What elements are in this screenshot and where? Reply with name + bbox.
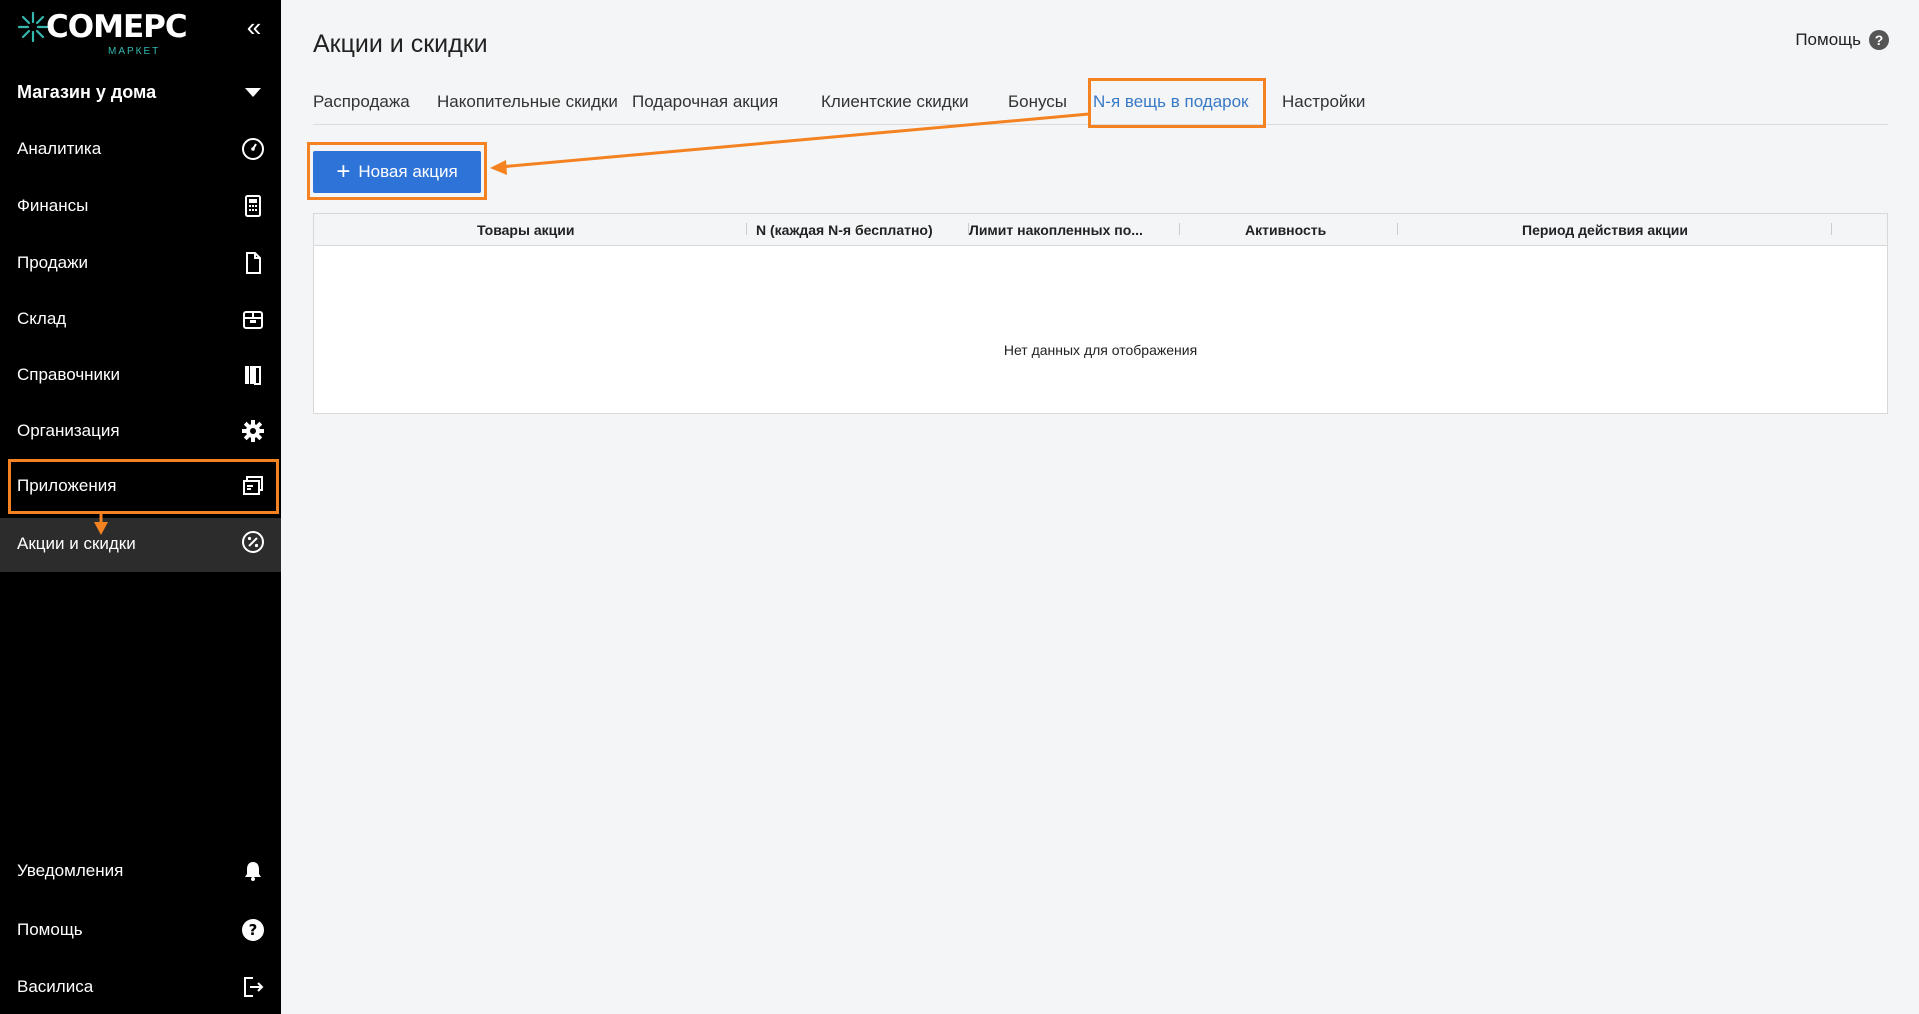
column-divider[interactable] [1831, 223, 1832, 235]
help-label: Помощь [1795, 30, 1861, 49]
sidebar-item-user[interactable]: Василиса [0, 962, 281, 1014]
sidebar-item-label: Уведомления [17, 861, 124, 880]
gear-icon [242, 420, 264, 442]
column-divider[interactable] [1397, 223, 1398, 235]
column-header[interactable]: N (каждая N-я бесплатно) [756, 222, 933, 238]
sidebar-item-label: Организация [17, 421, 120, 440]
sidebar-item-label: Финансы [17, 196, 89, 215]
plus-icon: + [336, 158, 351, 185]
sidebar-item-help[interactable]: Помощь ? [0, 905, 281, 957]
brand-subtitle: МАРКЕТ [108, 46, 161, 57]
column-divider[interactable] [746, 223, 747, 235]
help-link[interactable]: Помощь ? [1795, 30, 1889, 50]
tab-client-discounts[interactable]: Клиентские скидки [821, 92, 969, 112]
sidebar-item-organization[interactable]: Организация [0, 406, 281, 458]
page-title: Акции и скидки [313, 30, 488, 58]
tab-gift-promotion[interactable]: Подарочная акция [632, 92, 778, 112]
tab-settings[interactable]: Настройки [1282, 92, 1365, 112]
speedometer-icon [242, 138, 264, 160]
logout-icon [244, 977, 264, 997]
question-circle-icon: ? [242, 919, 264, 941]
column-header[interactable]: Активность [1245, 222, 1326, 238]
user-name: Василиса [17, 977, 94, 996]
apps-window-icon [243, 476, 263, 495]
column-divider[interactable] [1179, 223, 1180, 235]
svg-text:?: ? [249, 921, 258, 939]
store-name: Магазин у дома [17, 82, 157, 102]
tab-bonuses[interactable]: Бонусы [1008, 92, 1067, 112]
column-header[interactable]: Период действия акции [1522, 222, 1688, 238]
brand-name: COMEPC [46, 9, 188, 45]
sidebar-item-label: Склад [17, 309, 67, 328]
sidebar-item-promotions[interactable]: Акции и скидки [0, 518, 281, 572]
brand-logo[interactable]: COMEPC МАРКЕТ [16, 8, 188, 57]
chevron-down-icon [245, 88, 261, 97]
sidebar-item-apps[interactable]: Приложения [8, 459, 279, 514]
column-header[interactable]: Лимит накопленных по... [969, 222, 1143, 238]
main-content: Акции и скидки Помощь ? Распродажа Накоп… [281, 0, 1919, 1014]
new-promotion-button[interactable]: + Новая акция [313, 151, 481, 193]
sidebar-item-label: Помощь [17, 920, 83, 939]
calculator-icon [245, 195, 261, 217]
sidebar-item-warehouse[interactable]: Склад [0, 294, 281, 346]
sparkle-icon [17, 11, 49, 43]
document-icon [246, 252, 261, 274]
sidebar-item-finance[interactable]: Финансы [0, 181, 281, 233]
books-icon [245, 366, 261, 385]
empty-state-text: Нет данных для отображения [1003, 342, 1198, 358]
tab-cumulative-discounts[interactable]: Накопительные скидки [437, 92, 618, 112]
sidebar-item-notifications[interactable]: Уведомления [0, 846, 281, 898]
question-circle-icon: ? [1869, 30, 1889, 50]
bell-icon [245, 862, 261, 881]
sidebar-item-label: Акции и скидки [17, 534, 136, 553]
sidebar-item-sales[interactable]: Продажи [0, 238, 281, 290]
annotation-highlight-tab [1088, 78, 1266, 128]
sidebar-item-label: Справочники [17, 365, 120, 384]
table-header: Товары акции N (каждая N-я бесплатно) Ли… [314, 214, 1887, 246]
percent-badge-icon [242, 531, 264, 553]
tab-sale[interactable]: Распродажа [313, 92, 410, 112]
new-promotion-label: Новая акция [358, 162, 458, 181]
sidebar-item-label: Аналитика [17, 139, 102, 158]
sidebar-item-label: Продажи [17, 253, 88, 272]
warehouse-box-icon [243, 311, 263, 329]
sidebar-item-references[interactable]: Справочники [0, 350, 281, 402]
column-header[interactable]: Товары акции [477, 222, 574, 238]
promotions-table: Товары акции N (каждая N-я бесплатно) Ли… [313, 213, 1888, 414]
sidebar-item-analytics[interactable]: Аналитика [0, 124, 281, 176]
sidebar: COMEPC МАРКЕТ « Магазин у дома Аналитика… [0, 0, 281, 1014]
store-selector[interactable]: Магазин у дома [0, 74, 281, 110]
sidebar-item-label: Приложения [17, 476, 117, 495]
collapse-sidebar-icon[interactable]: « [240, 14, 268, 42]
